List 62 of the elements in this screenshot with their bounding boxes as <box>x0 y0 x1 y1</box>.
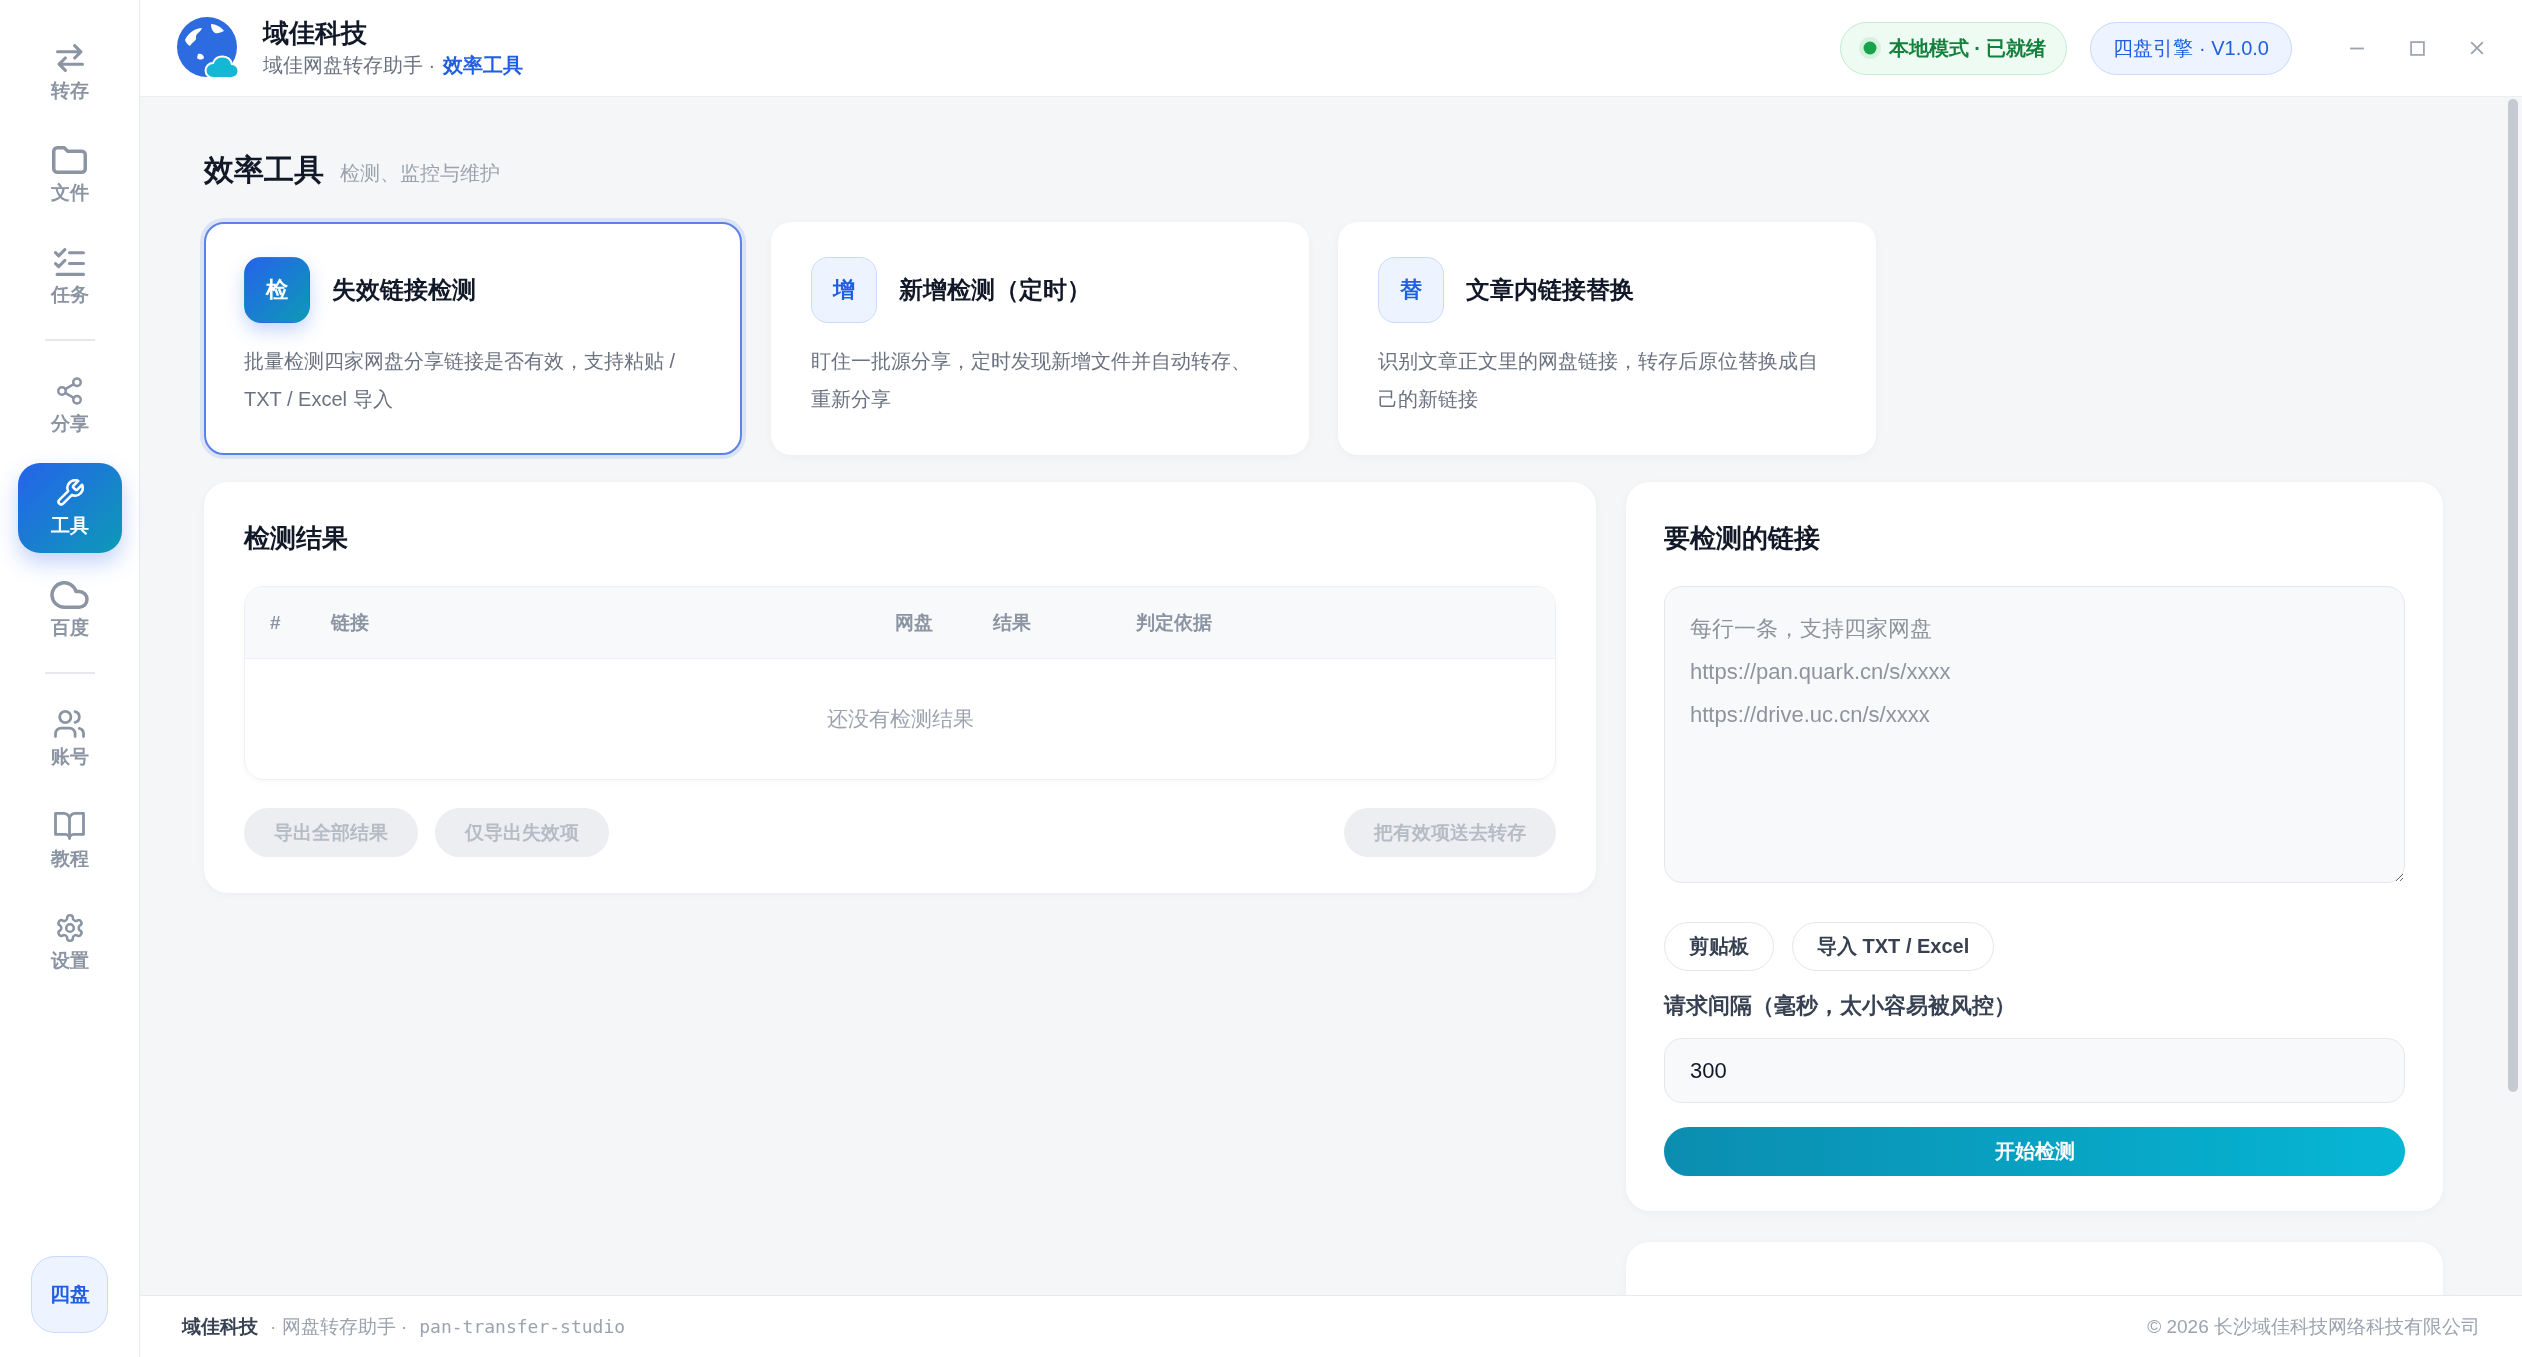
status-text: 本地模式 · 已就绪 <box>1888 35 2047 61</box>
column-header: 判定依据 <box>1136 610 1212 635</box>
sidebar-item[interactable]: 百度 <box>17 565 122 655</box>
page-subtitle: 检测、监控与维护 <box>340 161 500 186</box>
sidebar-item[interactable]: 工具 <box>17 463 122 553</box>
empty-message: 还没有检测结果 <box>826 706 974 732</box>
share-icon <box>57 377 82 405</box>
tool-tile: 检 <box>244 257 310 323</box>
footer-brand: 域佳科技 <box>182 1314 258 1339</box>
sidebar-item[interactable]: 文件 <box>17 130 122 220</box>
footer-project: pan-transfer-studio <box>419 1316 626 1337</box>
brand-tile: 四盘 <box>31 1256 108 1333</box>
maximize-icon <box>2409 40 2425 56</box>
tool-title: 文章内链接替换 <box>1466 275 1634 305</box>
cloud-icon <box>50 581 89 609</box>
import-button[interactable]: 导入 TXT / Excel <box>1792 922 1995 971</box>
tool-title: 新增检测（定时） <box>899 275 1091 305</box>
tool-description: 识别文章正文里的网盘链接，转存后原位替换成自己的新链接 <box>1378 349 1819 412</box>
interval-field[interactable]: 300 <box>1664 1038 2405 1103</box>
tool-description: 盯住一批源分享，定时发现新增文件并自动转存、重新分享 <box>811 349 1252 412</box>
sidebar-item[interactable]: 设置 <box>17 898 122 988</box>
wrench-icon <box>55 479 84 507</box>
book-icon <box>54 812 85 840</box>
version-badge: 四盘引擎 · V1.0.0 <box>2090 21 2292 75</box>
start-button[interactable]: 开始检测 <box>1664 1127 2405 1176</box>
scrollbar-thumb[interactable] <box>2508 99 2518 1092</box>
sidebar-item[interactable]: 任务 <box>17 232 122 322</box>
page-title: 效率工具 <box>204 152 324 188</box>
column-header: 结果 <box>993 610 1031 635</box>
links-field[interactable]: 每行一条，支持四家网盘 https://pan.quark.cn/s/xxxx https://drive.uc.cn/s/xxxx <box>1664 586 2405 883</box>
minimize-icon <box>2349 45 2365 51</box>
status-dot-icon <box>1858 37 1881 59</box>
sidebar-item[interactable]: 转存 <box>17 28 122 118</box>
breadcrumb-current: 效率工具 <box>443 53 524 78</box>
clipboard-button[interactable]: 剪贴板 <box>1664 922 1774 971</box>
app-subtitle: 域佳网盘转存助手 · <box>263 53 436 78</box>
close-icon <box>2470 41 2484 55</box>
tool-card[interactable]: 检 失效链接检测 批量检测四家网盘分享链接是否有效，支持粘贴 / TXT / Excel 导入 <box>204 222 742 455</box>
panel-title: 检测结果 <box>244 522 349 555</box>
tool-tile: 替 <box>1378 257 1444 323</box>
gear-icon <box>55 914 84 942</box>
column-header: # <box>270 611 281 634</box>
interval-label: 请求间隔（毫秒，太小容易被风控） <box>1664 992 2016 1020</box>
tool-card[interactable]: 增 新增检测（定时） 盯住一批源分享，定时发现新增文件并自动转存、重新分享 <box>771 222 1309 455</box>
tool-card[interactable]: 替 文章内链接替换 识别文章正文里的网盘链接，转存后原位替换成自己的新链接 <box>1338 222 1876 455</box>
tool-title: 失效链接检测 <box>332 275 476 305</box>
tool-description: 批量检测四家网盘分享链接是否有效，支持粘贴 / TXT / Excel 导入 <box>244 349 677 412</box>
swap-arrows-icon <box>55 44 84 72</box>
footer-product: · 网盘转存助手 · <box>270 1314 408 1339</box>
panel-title: 要检测的链接 <box>1664 522 1821 555</box>
globe-cloud-logo-icon <box>176 16 240 80</box>
sidebar-item[interactable]: 教程 <box>17 796 122 886</box>
column-header: 链接 <box>331 610 369 635</box>
sidebar-item[interactable]: 账号 <box>17 694 122 784</box>
sidebar-item[interactable]: 分享 <box>17 361 122 451</box>
tool-tile: 增 <box>811 257 877 323</box>
checklist-icon <box>54 248 85 276</box>
app-title: 域佳科技 <box>263 18 368 48</box>
copyright-text: © 2026 长沙域佳科技网络科技有限公司 <box>2147 1314 2480 1339</box>
folder-icon <box>52 146 87 174</box>
column-header: 网盘 <box>895 610 933 635</box>
users-icon <box>54 710 85 738</box>
